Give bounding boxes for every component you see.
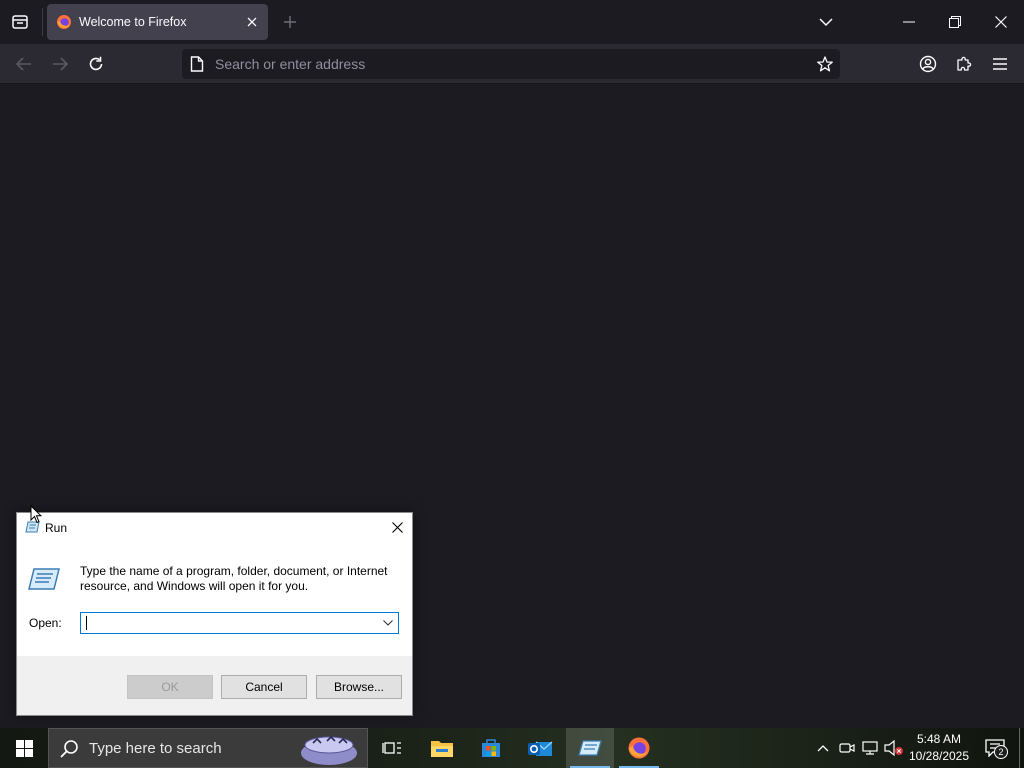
bookmark-star-button[interactable] [816,55,834,73]
close-icon [391,522,403,533]
search-highlight-image [301,735,357,765]
open-combobox[interactable] [80,612,399,634]
show-hidden-icons-button[interactable] [812,728,834,768]
tab-divider [42,8,43,36]
cancel-button[interactable]: Cancel [221,675,307,699]
browse-button[interactable]: Browse... [316,675,402,699]
outlook-icon [528,741,553,756]
minimize-button[interactable] [886,0,932,44]
windows-logo-icon [15,739,33,757]
reload-button[interactable] [84,52,108,76]
search-placeholder: Type here to search [89,740,222,757]
speaker-muted-icon [884,740,903,756]
new-tab-button[interactable] [280,12,300,32]
run-dialog-titlebar[interactable]: Run [17,513,412,542]
taskbar-search-box[interactable]: Type here to search [48,728,368,768]
camera-icon [839,743,855,753]
navigation-toolbar [0,44,1024,84]
run-close-button[interactable] [382,513,412,542]
open-dropdown-button[interactable] [378,613,398,633]
clock-date: 10/28/2025 [908,749,970,763]
notification-count-badge: 2 [994,745,1008,759]
run-dialog-body: Type the name of a program, folder, docu… [17,542,412,656]
plus-icon [284,16,296,28]
close-icon [995,16,1007,28]
task-view-icon [382,742,401,754]
arrow-left-icon [16,57,31,71]
meet-now-button[interactable] [836,728,858,768]
chevron-down-icon [383,620,393,626]
minimize-icon [903,21,915,23]
firefox-icon [628,737,650,759]
restore-button[interactable] [932,0,978,44]
folder-icon [431,741,453,757]
extensions-button[interactable] [952,52,976,76]
start-button[interactable] [0,728,48,768]
firefox-icon [57,15,71,29]
address-input[interactable] [215,49,775,79]
restore-icon [949,16,961,28]
chevron-up-icon [817,745,829,752]
taskbar: Type here to search 5:48 AM 10/28/2025 2 [0,728,1024,768]
close-icon [247,17,257,27]
firefox-view-icon [12,15,28,29]
store-icon [482,739,500,757]
volume-button[interactable] [882,728,906,768]
address-bar[interactable] [182,49,840,79]
notification-center-button[interactable]: 2 [980,728,1010,768]
run-dialog-title: Run [45,521,68,535]
system-clock[interactable]: 5:48 AM 10/28/2025 [905,731,973,765]
mouse-cursor-icon [30,505,42,524]
search-icon [60,740,78,758]
tab-bar: Welcome to Firefox [0,0,1024,44]
tab-close-button[interactable] [244,14,260,30]
microsoft-store-button[interactable] [467,728,515,768]
firefox-view-button[interactable] [8,10,32,34]
open-input[interactable] [84,614,374,632]
back-button[interactable] [12,52,36,76]
network-icon [862,741,878,755]
task-view-button[interactable] [368,728,416,768]
chevron-down-icon [819,18,833,27]
tab-welcome[interactable]: Welcome to Firefox [47,4,268,40]
account-button[interactable] [916,52,940,76]
run-description: Type the name of a program, folder, docu… [80,564,388,593]
clock-time: 5:48 AM [916,732,962,746]
run-dialog-footer: OK Cancel Browse... [17,656,412,715]
page-icon [190,56,204,72]
puzzle-piece-icon [957,56,972,71]
outlook-button[interactable] [516,728,564,768]
list-all-tabs-button[interactable] [815,12,837,32]
reload-icon [89,56,103,71]
arrow-right-icon [53,57,68,71]
run-dialog: Run Type the name of a program, folder, … [16,512,413,716]
tab-title: Welcome to Firefox [79,15,187,29]
forward-button[interactable] [48,52,72,76]
star-icon [817,56,833,72]
run-taskbar-button[interactable] [566,728,614,768]
text-caret [86,616,87,630]
account-icon [919,55,937,73]
show-desktop-button[interactable] [1019,728,1024,768]
ok-button[interactable]: OK [127,675,213,699]
hamburger-menu-icon [993,58,1007,70]
network-button[interactable] [859,728,881,768]
window-close-button[interactable] [978,0,1024,44]
firefox-taskbar-button[interactable] [615,728,663,768]
run-icon [578,740,602,756]
file-explorer-button[interactable] [418,728,466,768]
app-menu-button[interactable] [988,52,1012,76]
run-program-icon [28,568,60,590]
open-label: Open: [29,616,62,630]
